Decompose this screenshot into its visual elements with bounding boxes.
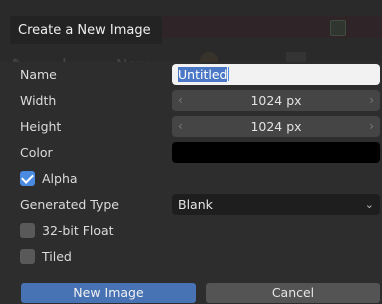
alpha-row: Alpha — [0, 167, 382, 191]
alpha-checkbox[interactable] — [20, 171, 35, 186]
new-image-button[interactable]: New Image — [21, 283, 196, 303]
width-input[interactable]: ‹ 1024 px › — [172, 90, 380, 111]
dialog-title: Create a New Image — [18, 22, 151, 38]
generated-type-value: Blank — [178, 197, 213, 212]
generated-type-label: Generated Type — [20, 197, 119, 212]
float-checkbox[interactable] — [20, 223, 35, 238]
generated-type-select[interactable]: Blank ⌄ — [172, 194, 380, 215]
tiled-checkbox[interactable] — [20, 249, 35, 264]
float-label: 32-bit Float — [42, 223, 114, 238]
height-input[interactable]: ‹ 1024 px › — [172, 116, 380, 137]
name-input[interactable]: Untitled — [172, 64, 380, 85]
increment-arrow-icon[interactable]: › — [369, 116, 374, 137]
width-row: Width ‹ 1024 px › — [0, 89, 382, 113]
tiled-label: Tiled — [42, 249, 72, 264]
height-row: Height ‹ 1024 px › — [0, 115, 382, 139]
width-label: Width — [20, 93, 57, 108]
alpha-label: Alpha — [42, 171, 78, 186]
height-label: Height — [20, 119, 62, 134]
color-swatch[interactable] — [172, 142, 380, 163]
decrement-arrow-icon[interactable]: ‹ — [178, 116, 183, 137]
text-caret — [228, 67, 230, 81]
create-image-dialog: Create a New Image Name Untitled Width ‹… — [0, 0, 382, 304]
color-row: Color — [0, 141, 382, 165]
chevron-down-icon: ⌄ — [364, 198, 374, 211]
decrement-arrow-icon[interactable]: ‹ — [178, 90, 183, 111]
tiled-row: Tiled — [0, 245, 382, 269]
name-label: Name — [20, 67, 57, 82]
generated-type-row: Generated Type Blank ⌄ — [0, 193, 382, 217]
dialog-title-bar: Create a New Image — [10, 16, 162, 44]
float-row: 32-bit Float — [0, 219, 382, 243]
height-value: 1024 px — [250, 119, 302, 134]
cancel-button[interactable]: Cancel — [206, 283, 380, 303]
name-input-value: Untitled — [178, 67, 228, 82]
width-value: 1024 px — [250, 93, 302, 108]
increment-arrow-icon[interactable]: › — [369, 90, 374, 111]
name-row: Name Untitled — [0, 63, 382, 87]
color-label: Color — [20, 145, 53, 160]
